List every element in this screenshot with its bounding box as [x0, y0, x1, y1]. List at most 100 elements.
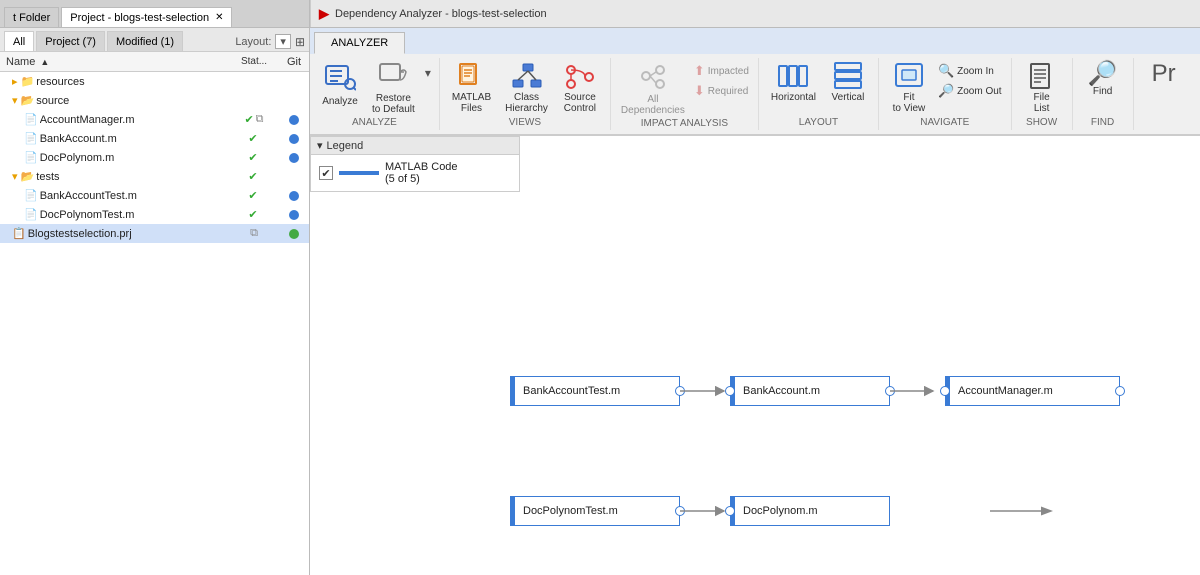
folder-open-icon: ▾ 📂	[12, 94, 34, 107]
layout-label: Layout:	[235, 36, 271, 48]
views-more-button[interactable]: ▾	[423, 60, 433, 82]
legend-collapse-icon[interactable]: ▾	[317, 139, 323, 152]
vertical-icon	[833, 62, 863, 92]
node-accountmanager[interactable]: AccountManager.m	[945, 376, 1120, 406]
file-tree: ▸ 📁 resources ▾ 📂 source 📄 AccountManage…	[0, 72, 309, 575]
tree-item-docpolynom[interactable]: 📄 DocPolynom.m ✔	[0, 148, 309, 167]
legend-line	[339, 171, 379, 175]
node-left-dot3	[725, 506, 735, 516]
matlab-logo-icon: ▶	[319, 6, 329, 22]
dropdown-arrow-icon: ▾	[425, 66, 431, 80]
copy-icon: ⧉	[256, 113, 264, 126]
node-docpolynomtest[interactable]: DocPolynomTest.m	[510, 496, 680, 526]
node-right-dot2	[885, 386, 895, 396]
tree-item-project-file[interactable]: 📋 Blogstestselection.prj ⧉	[0, 224, 309, 243]
check-icon: ✔	[248, 208, 257, 221]
tab-modified[interactable]: Modified (1)	[107, 31, 183, 51]
tree-item-resources[interactable]: ▸ 📁 resources	[0, 72, 309, 91]
tree-item-docpolynomtest[interactable]: 📄 DocPolynomTest.m ✔	[0, 205, 309, 224]
tree-item-bankaccounttest[interactable]: 📄 BankAccountTest.m ✔	[0, 186, 309, 205]
analyze-button[interactable]: Analyze	[316, 60, 364, 109]
tree-item-tests[interactable]: ▾ 📂 tests ✔	[0, 167, 309, 186]
pr-icon: Pr	[1152, 62, 1176, 86]
node-bankaccounttest[interactable]: BankAccountTest.m	[510, 376, 680, 406]
col-stat-header[interactable]: Stat...	[229, 56, 279, 67]
tab-all[interactable]: All	[4, 31, 34, 51]
node-right-dot4	[675, 506, 685, 516]
tab-project[interactable]: Project - blogs-test-selection ✕	[61, 7, 232, 27]
expand-icon[interactable]: ⊞	[295, 35, 305, 49]
layout-dropdown[interactable]: ▾	[275, 34, 291, 49]
analyze-icon	[324, 62, 356, 96]
tab-project-count[interactable]: Project (7)	[36, 31, 105, 51]
canvas-area: ▾ Legend ✔ MATLAB Code(5 of 5)	[310, 136, 1200, 575]
git-status-dot	[289, 210, 299, 220]
col-name-header[interactable]: Name ▲	[0, 56, 229, 68]
impacted-icon: ⬆	[694, 63, 705, 79]
class-hierarchy-button[interactable]: ClassHierarchy	[499, 60, 554, 116]
check-icon: ✔	[248, 151, 257, 164]
dep-analyzer-title: Dependency Analyzer - blogs-test-selecti…	[335, 8, 547, 20]
matlab-files-icon	[456, 62, 486, 92]
file-icon: 📄	[24, 113, 38, 126]
zoom-in-icon: 🔍	[938, 63, 954, 79]
legend-checkbox[interactable]: ✔	[319, 166, 333, 180]
tree-item-bankaccount[interactable]: 📄 BankAccount.m ✔	[0, 129, 309, 148]
fit-to-view-icon	[894, 62, 924, 92]
required-button[interactable]: ⬇ Required	[691, 82, 752, 100]
file-icon: 📄	[24, 208, 38, 221]
pr-button[interactable]: Pr	[1140, 60, 1188, 88]
node-right-dot	[675, 386, 685, 396]
zoom-out-button[interactable]: 🔎 Zoom Out	[935, 82, 1005, 100]
node-right-dot3	[1115, 386, 1125, 396]
class-hierarchy-icon	[511, 62, 543, 92]
source-control-icon	[565, 62, 595, 92]
col-git-header: Git	[279, 56, 309, 68]
vertical-button[interactable]: Vertical	[824, 60, 872, 105]
git-status-dot	[289, 134, 299, 144]
folder-icon: ▸ 📁	[12, 75, 34, 88]
file-icon: 📄	[24, 189, 38, 202]
tree-item-source[interactable]: ▾ 📂 source	[0, 91, 309, 110]
ribbon-tab-analyzer[interactable]: ANALYZER	[314, 32, 405, 54]
fit-to-view-button[interactable]: Fitto View	[885, 60, 933, 116]
legend-box: ▾ Legend ✔ MATLAB Code(5 of 5)	[310, 136, 520, 192]
all-dep-icon	[638, 62, 668, 94]
check-icon: ✔	[248, 189, 257, 202]
check-icon: ✔	[248, 132, 257, 145]
folder-open-icon: ▾ 📂	[12, 170, 34, 183]
file-list-icon	[1029, 62, 1055, 92]
legend-title: Legend	[327, 140, 364, 152]
find-icon: 🔎	[1088, 62, 1118, 86]
file-list-button[interactable]: FileList	[1018, 60, 1066, 116]
zoom-out-icon: 🔎	[938, 83, 954, 99]
git-status-dot	[289, 229, 299, 239]
zoom-in-button[interactable]: 🔍 Zoom In	[935, 62, 1005, 80]
impacted-button[interactable]: ⬆ Impacted	[691, 62, 752, 80]
file-icon: 📄	[24, 151, 38, 164]
all-dependencies-button[interactable]: AllDependencies	[617, 60, 689, 118]
matlab-files-button[interactable]: MATLABFiles	[446, 60, 497, 116]
tab-folder[interactable]: t Folder	[4, 7, 59, 27]
tree-item-accountmanager[interactable]: 📄 AccountManager.m ✔ ⧉	[0, 110, 309, 129]
file-icon: 📄	[24, 132, 38, 145]
required-icon: ⬇	[694, 83, 705, 99]
node-left-dot2	[940, 386, 950, 396]
doc-icon: ⧉	[250, 227, 258, 240]
check-icon: ✔	[244, 113, 253, 126]
node-docpolynom[interactable]: DocPolynom.m	[730, 496, 890, 526]
horizontal-icon	[778, 62, 808, 92]
check-icon: ✔	[248, 170, 257, 183]
restore-icon	[378, 62, 408, 93]
source-control-button[interactable]: SourceControl	[556, 60, 604, 116]
git-status-dot	[289, 191, 299, 201]
node-bankaccount[interactable]: BankAccount.m	[730, 376, 890, 406]
git-status-dot	[289, 115, 299, 125]
horizontal-button[interactable]: Horizontal	[765, 60, 822, 105]
prj-icon: 📋	[12, 227, 26, 240]
close-tab-icon[interactable]: ✕	[215, 12, 223, 23]
legend-item-label: MATLAB Code(5 of 5)	[385, 161, 458, 185]
restore-button[interactable]: Restoreto Default	[366, 60, 421, 117]
node-left-dot	[725, 386, 735, 396]
find-button[interactable]: 🔎 Find	[1079, 60, 1127, 99]
